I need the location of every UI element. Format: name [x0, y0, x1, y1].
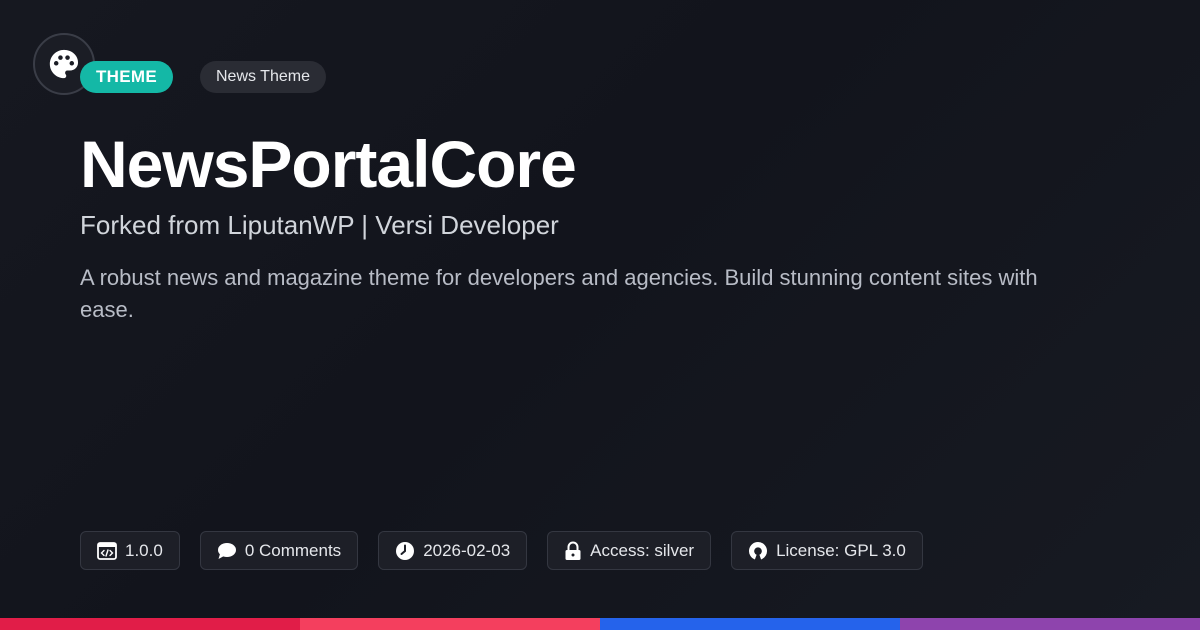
color-bar: [0, 618, 1200, 630]
license-pill: License: GPL 3.0: [731, 531, 923, 570]
lock-icon: [565, 541, 581, 560]
meta-row: 1.0.0 0 Comments 2026-02-03 Access: silv…: [80, 531, 923, 570]
version-pill: 1.0.0: [80, 531, 180, 570]
page-title: NewsPortalCore: [80, 127, 577, 201]
category-badge[interactable]: News Theme: [200, 61, 326, 93]
color-bar-segment: [300, 618, 600, 630]
page-subtitle: Forked from LiputanWP | Versi Developer: [80, 210, 559, 240]
color-bar-segment: [0, 618, 300, 630]
comments-label: 0 Comments: [244, 540, 342, 560]
color-bar-segment: [600, 618, 900, 630]
access-pill: Access: silver: [547, 531, 712, 570]
date-pill: 2026-02-03: [378, 531, 528, 570]
version-label: 1.0.0: [125, 540, 163, 560]
color-bar-segment: [900, 618, 1200, 630]
page-description: A robust news and magazine theme for dev…: [80, 265, 1038, 322]
open-source-icon: [749, 541, 768, 559]
speech-bubble-icon: [217, 542, 236, 559]
access-label: Access: silver: [590, 540, 695, 560]
type-badge: THEME: [80, 61, 173, 93]
code-window-icon: [97, 541, 117, 560]
clock-icon: [396, 541, 415, 560]
license-label: License: GPL 3.0: [776, 540, 906, 560]
palette-icon: [49, 49, 79, 79]
comments-pill[interactable]: 0 Comments: [199, 531, 359, 570]
date-label: 2026-02-03: [423, 540, 511, 560]
